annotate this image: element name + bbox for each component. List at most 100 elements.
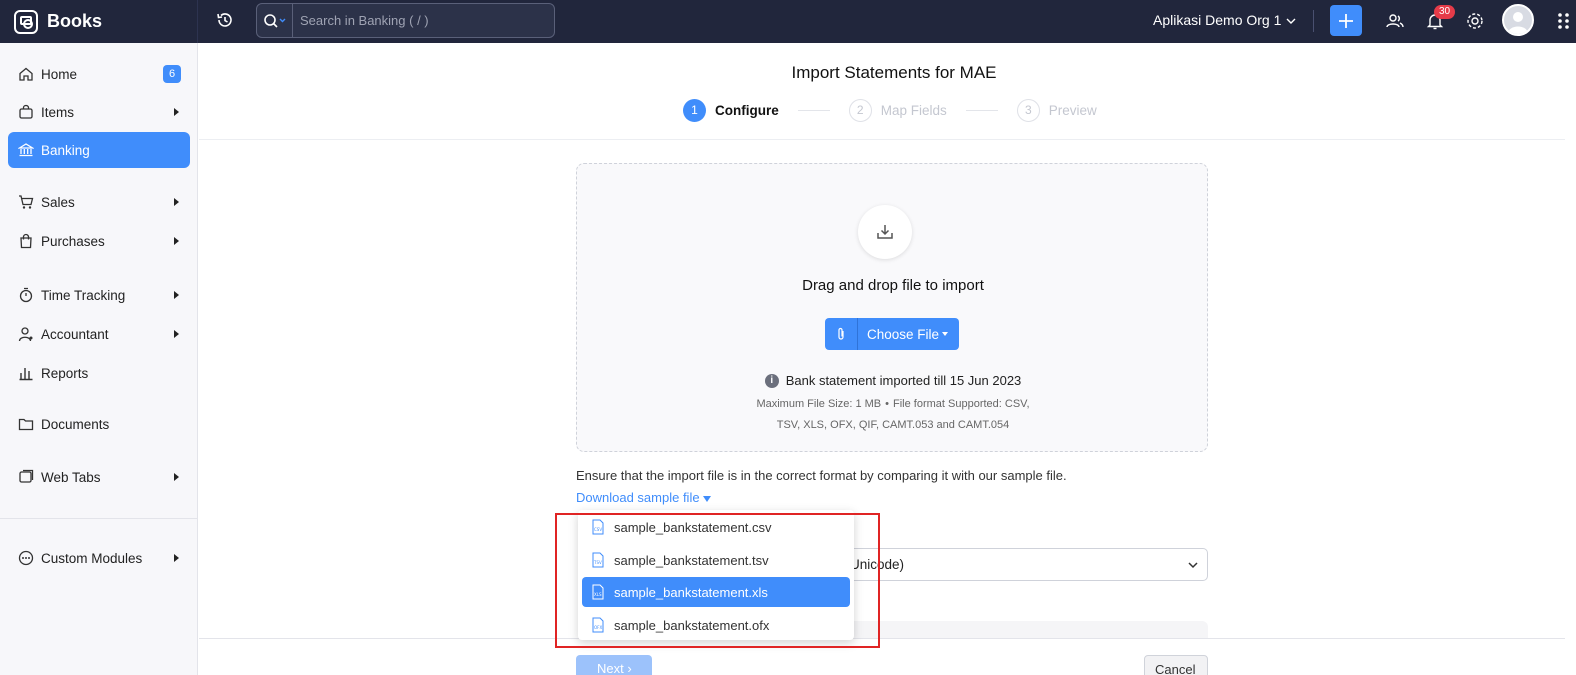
main-content: Import Statements for MAE 1 Configure 2 …: [199, 43, 1565, 675]
org-switcher[interactable]: Aplikasi Demo Org 1: [1153, 12, 1296, 28]
home-icon: [18, 66, 34, 82]
character-encoding-select[interactable]: Unicode): [839, 548, 1208, 581]
expand-arrow-icon: [174, 198, 179, 206]
step-2-label: Map Fields: [880, 102, 947, 118]
import-steps: 1 Configure 2 Map Fields 3 Preview: [683, 97, 1097, 123]
drag-drop-heading: Drag and drop file to import: [802, 277, 984, 294]
expand-arrow-icon: [174, 108, 179, 116]
sidebar-item-home[interactable]: Home 6: [8, 56, 190, 92]
info-icon: i: [764, 373, 779, 388]
next-button[interactable]: Next ›: [576, 655, 652, 675]
step-1-number: 1: [683, 98, 706, 122]
avatar[interactable]: [1502, 4, 1534, 36]
sidebar-item-custom-modules[interactable]: Custom Modules: [8, 540, 190, 576]
sidebar-item-label: Reports: [41, 365, 89, 381]
step-connector: [797, 109, 830, 111]
search-icon[interactable]: [257, 4, 293, 37]
step-2-number: 2: [848, 98, 872, 122]
choose-file-button[interactable]: Choose File: [825, 318, 959, 350]
sidebar-item-items[interactable]: Items: [8, 94, 190, 130]
shopping-bag-icon: [18, 233, 34, 249]
step-3-number: 3: [1016, 98, 1040, 122]
sidebar-item-label: Web Tabs: [41, 469, 101, 485]
sidebar-item-time-tracking[interactable]: Time Tracking: [8, 277, 190, 313]
caret-down-icon: [942, 332, 949, 336]
cancel-button[interactable]: Cancel: [1144, 655, 1208, 675]
users-icon[interactable]: [1385, 11, 1405, 31]
sidebar-item-web-tabs[interactable]: Web Tabs: [8, 459, 190, 495]
imported-note-text: Bank statement imported till 15 Jun 2023: [785, 373, 1022, 388]
step-3-label: Preview: [1048, 102, 1097, 118]
step-connector: [965, 109, 998, 111]
search-input[interactable]: [293, 13, 543, 28]
sidebar-item-sales[interactable]: Sales: [8, 184, 190, 220]
sidebar-item-label: Items: [41, 104, 75, 120]
expand-arrow-icon: [174, 330, 179, 338]
formats-line-1: File format Supported: CSV,: [893, 398, 1030, 410]
brand[interactable]: Books: [0, 0, 198, 43]
folder-icon: [18, 416, 34, 432]
home-badge: 6: [163, 65, 181, 83]
accountant-icon: [18, 326, 34, 342]
cart-icon: [18, 194, 34, 210]
imported-note: i Bank statement imported till 15 Jun 20…: [577, 373, 1209, 388]
bag-icon: [18, 104, 34, 120]
books-logo-icon: [14, 9, 38, 34]
bar-chart-icon: [18, 365, 34, 381]
sidebar-item-banking[interactable]: Banking: [8, 132, 190, 168]
max-file-size: Maximum File Size: 1 MB: [756, 398, 882, 410]
file-limits: Maximum File Size: 1 MB • File format Supp…: [577, 394, 1209, 436]
modules-icon: [18, 550, 34, 566]
sidebar-item-label: Purchases: [41, 233, 105, 249]
notification-badge: 30: [1434, 5, 1456, 19]
sidebar-item-documents[interactable]: Documents: [8, 406, 190, 442]
highlight-box: [555, 513, 880, 648]
download-tray-icon: [858, 205, 912, 259]
org-name: Aplikasi Demo Org 1: [1153, 12, 1282, 28]
gear-icon[interactable]: [1465, 11, 1485, 31]
sidebar-item-label: Time Tracking: [41, 287, 126, 303]
sidebar-item-label: Banking: [41, 142, 90, 158]
web-tabs-icon: [18, 469, 34, 485]
expand-arrow-icon: [174, 554, 179, 562]
sample-file-hint: Ensure that the import file is in the co…: [576, 468, 1067, 483]
history-icon[interactable]: [215, 10, 235, 30]
download-sample-label: Download sample file: [576, 490, 700, 505]
search-box[interactable]: [256, 3, 555, 38]
expand-arrow-icon: [174, 237, 179, 245]
divider: [1313, 10, 1314, 32]
page-title: Import Statements for MAE: [791, 63, 997, 82]
bullet-separator: •: [885, 398, 889, 410]
plus-icon: [1339, 13, 1353, 28]
stopwatch-icon: [18, 287, 34, 303]
step-1-label: Configure: [715, 102, 779, 118]
formats-line-2: TSV, XLS, OFX, QIF, CAMT.053 and CAMT.05…: [776, 419, 1010, 431]
sidebar-item-label: Sales: [41, 194, 75, 210]
download-sample-link[interactable]: Download sample file: [576, 490, 711, 505]
brand-name: Books: [47, 11, 103, 31]
sidebar-item-label: Documents: [41, 416, 110, 432]
expand-arrow-icon: [174, 473, 179, 481]
sidebar-item-reports[interactable]: Reports: [8, 355, 190, 391]
sidebar-item-accountant[interactable]: Accountant: [8, 316, 190, 352]
paperclip-icon: [825, 318, 858, 350]
sidebar-item-label: Custom Modules: [41, 550, 143, 566]
sidebar-divider: [0, 518, 197, 519]
caret-down-icon: [702, 495, 711, 502]
sidebar-item-label: Accountant: [41, 326, 109, 342]
chevron-down-icon: [1286, 18, 1296, 25]
next-label: Next: [597, 661, 624, 675]
top-bar: Books Aplikasi Demo Org 1 30: [0, 0, 1576, 43]
bank-icon: [18, 142, 34, 158]
sidebar: Home 6 Items Banking Sales Purchases Tim…: [0, 43, 198, 675]
quick-create-button[interactable]: [1330, 5, 1362, 36]
file-dropzone[interactable]: Drag and drop file to import Choose File…: [576, 163, 1208, 452]
chevron-down-icon: [1188, 562, 1198, 569]
sidebar-item-purchases[interactable]: Purchases: [8, 223, 190, 259]
choose-file-label: Choose File: [867, 326, 940, 342]
sidebar-item-label: Home: [41, 66, 78, 82]
footer-bar: Next › Cancel: [199, 638, 1565, 675]
expand-arrow-icon: [174, 291, 179, 299]
apps-grid-icon[interactable]: [1557, 11, 1571, 31]
header-divider: [199, 139, 1565, 140]
